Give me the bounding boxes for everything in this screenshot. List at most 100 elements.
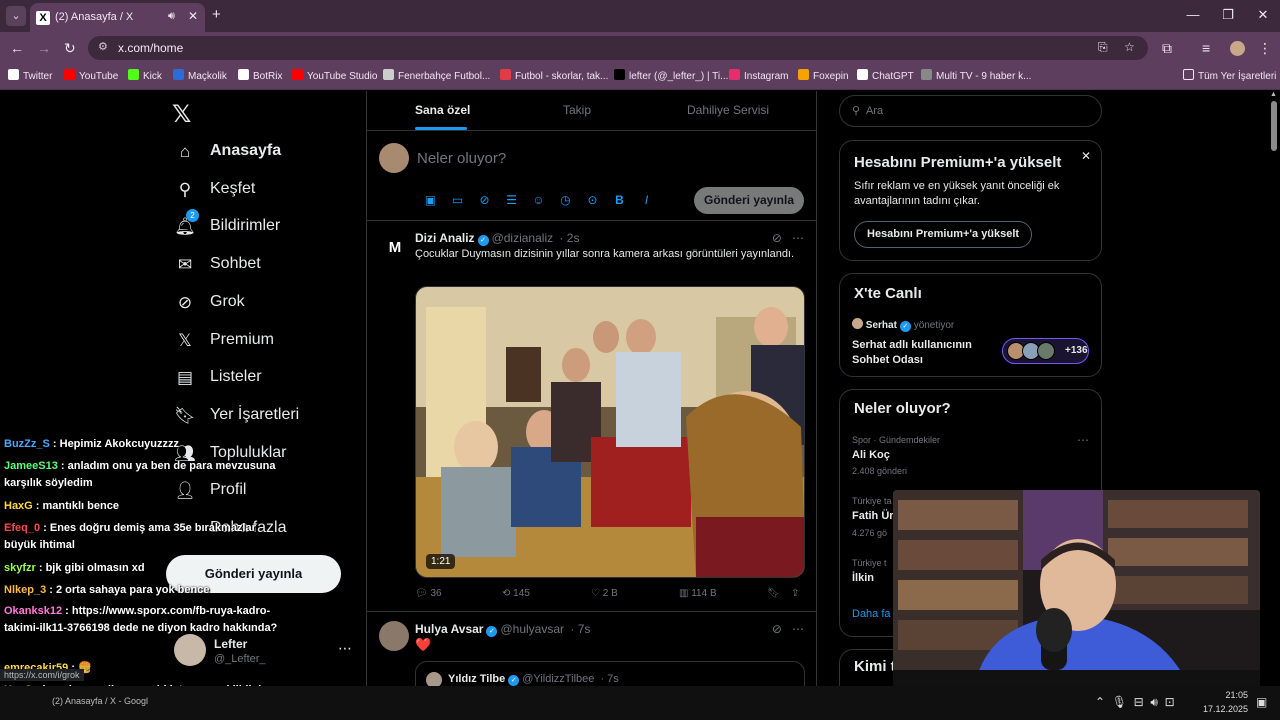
minimize-icon[interactable]: — [1178,7,1208,22]
bookmark-item[interactable]: lefter (@_lefter_) | Ti... [614,69,728,82]
taskbar-app-label[interactable]: (2) Anasayfa / X - Googl [52,696,148,706]
tweet[interactable]: M Dizi Analiz ✓ @dizianaliz · 2s ⊘ ⋯ Çocuk… [367,222,816,612]
window-close-icon[interactable]: ✕ [1248,7,1278,23]
composer-input[interactable]: Neler oluyor? [417,150,506,167]
extensions-icon[interactable]: ⧉ [1162,40,1172,57]
more-dots-icon[interactable]: ⋯ [1077,433,1089,447]
clock-date[interactable]: 17.12.2025 [1196,704,1248,714]
live-listeners[interactable]: +136 [1002,338,1089,364]
tweet-author-handle[interactable]: @dizianaliz [492,231,554,245]
avatar[interactable]: M [381,234,409,262]
tweet-author-handle[interactable]: @hulyavsar [500,622,564,636]
menu-kebab-icon[interactable]: ⋮ [1258,40,1272,57]
reply-button[interactable]: 💬︎ 36 [415,588,442,599]
bookmark-icon[interactable]: 🔖︎ [767,588,780,599]
live-host[interactable]: Serhat ✓ yönetiyor [852,318,954,332]
bookmark-item[interactable]: YouTube Studio [292,69,377,82]
bookmark-label: Multi TV - 9 haber k... [936,71,1032,82]
tweet-time[interactable]: · 2s [559,231,579,245]
list-icon: ▤ [176,368,194,387]
new-tab-icon[interactable]: + [212,6,221,23]
bookmark-item[interactable]: Futbol - skorlar, tak... [500,69,608,82]
site-info-icon[interactable]: ⚙ [98,40,108,53]
back-arrow-icon[interactable]: ← [10,40,24,56]
live-room-title[interactable]: Serhat adlı kullanıcının Sohbet Odası [852,338,992,368]
tweet-author-name[interactable]: Dizi Analiz [415,231,475,245]
scroll-up-icon[interactable]: ▲ [1270,91,1277,98]
more-dots-icon[interactable]: ⋯ [792,622,804,636]
share-icon[interactable]: ⇪ [791,588,799,599]
media-icon[interactable]: ≡ [1202,40,1210,56]
tab-search-dropdown[interactable]: ⌄ [6,6,26,26]
premium-upgrade-button[interactable]: Hesabını Premium+'a yükselt [854,221,1033,248]
video-frame [416,287,804,577]
tab-close-icon[interactable]: ✕ [188,9,198,23]
notification-icon[interactable]: ▣ [1256,695,1267,709]
schedule-icon[interactable]: ◷ [552,193,579,207]
poll-icon[interactable]: ☰ [498,193,525,207]
bookmark-item[interactable]: BotRix [238,69,282,82]
scrollbar-thumb[interactable] [1271,101,1277,151]
tweet-author-name[interactable]: Hulya Avsar [415,622,483,636]
mic-icon[interactable]: 🎙︎ [1112,695,1127,709]
more-dots-icon[interactable]: ⋯ [792,231,804,245]
bookmark-item[interactable]: Fenerbahçe Futbol... [383,69,490,82]
bookmark-item[interactable]: Kick [128,69,162,82]
grok-icon[interactable]: ⊘ [772,622,782,636]
bookmark-item[interactable]: Maçkolik [173,69,227,82]
forward-arrow-icon[interactable]: → [37,40,51,56]
chevron-up-icon[interactable]: ⌃ [1095,695,1105,709]
x-icon [8,69,19,80]
star-icon[interactable]: ☆ [1124,40,1135,54]
url-text[interactable]: x.com/home [118,41,183,55]
bold-icon[interactable]: B [606,193,633,207]
reload-icon[interactable]: ↻ [64,40,76,57]
search-input[interactable]: ⚲ Ara [839,95,1102,127]
more-dots-icon[interactable]: ⋯ [338,640,352,657]
address-bar[interactable]: ⚙ x.com/home ⎘ ☆ [88,36,1148,60]
tweet-time[interactable]: · 7s [570,622,590,636]
all-bookmarks[interactable]: Tüm Yer İşaretleri [1183,69,1276,82]
composer-post-button[interactable]: Gönderi yayınla [694,187,804,214]
gif-icon[interactable]: ▭ [444,193,471,207]
grok-icon[interactable]: ⊘ [772,231,782,245]
avatar[interactable] [379,621,409,651]
views-button[interactable]: ▥ 114 B [679,588,717,599]
bookmark-item[interactable]: Multi TV - 9 haber k... [921,69,1031,82]
bookmark-item[interactable]: YouTube [64,69,118,82]
close-icon[interactable]: ✕ [1081,149,1091,163]
trend-name[interactable]: Ali Koç [852,449,890,461]
bookmark-item[interactable]: Instagram [729,69,788,82]
x-premium-icon: 𝕏 [178,331,192,350]
clock-time[interactable]: 21:05 [1196,690,1248,700]
like-button[interactable]: ♡ 2 B [591,588,618,599]
trend-name[interactable]: İlkin [852,572,874,584]
nav-item-label: Keşfet [210,180,256,197]
maximize-icon[interactable]: ❐ [1213,7,1243,23]
page-scrollbar[interactable]: ▲ [1268,91,1280,720]
browser-tab-active[interactable]: X (2) Anasayfa / X 🔊︎ ✕ [30,3,205,32]
location-icon[interactable]: ⊙ [579,193,606,207]
repost-button[interactable]: ⟲ 145 [502,588,530,599]
emoji-icon[interactable]: ☺ [525,193,552,207]
search-icon: ⚲ [852,105,861,117]
bookmark-item[interactable]: Twitter [8,69,52,82]
tab-following[interactable]: Takip [563,103,591,117]
trend-name[interactable]: Fatih Ür [852,510,894,522]
image-icon[interactable]: ▣ [417,193,444,207]
grok-icon[interactable]: ⊘ [471,193,498,207]
install-app-icon[interactable]: ⎘ [1098,40,1108,55]
display-icon[interactable]: ⊡ [1165,695,1175,709]
tab-dahiliye-servisi[interactable]: Dahiliye Servisi [687,103,769,117]
network-icon[interactable]: ⊟ [1134,695,1144,709]
speaker-icon[interactable]: 🔊︎ [168,10,175,23]
bookmark-item[interactable]: ChatGPT [857,69,914,82]
italic-icon[interactable]: I [633,193,660,207]
show-more-link[interactable]: Daha fa [852,608,891,620]
speaker-icon[interactable]: 🔊︎ [1150,695,1158,709]
tab-for-you[interactable]: Sana özel [415,103,470,117]
bookmark-item[interactable]: Foxepin [798,69,849,82]
tweet-video[interactable]: 1:21 [415,286,805,578]
profile-avatar-icon[interactable] [1230,41,1245,56]
x-logo-icon[interactable]: 𝕏 [172,100,191,129]
